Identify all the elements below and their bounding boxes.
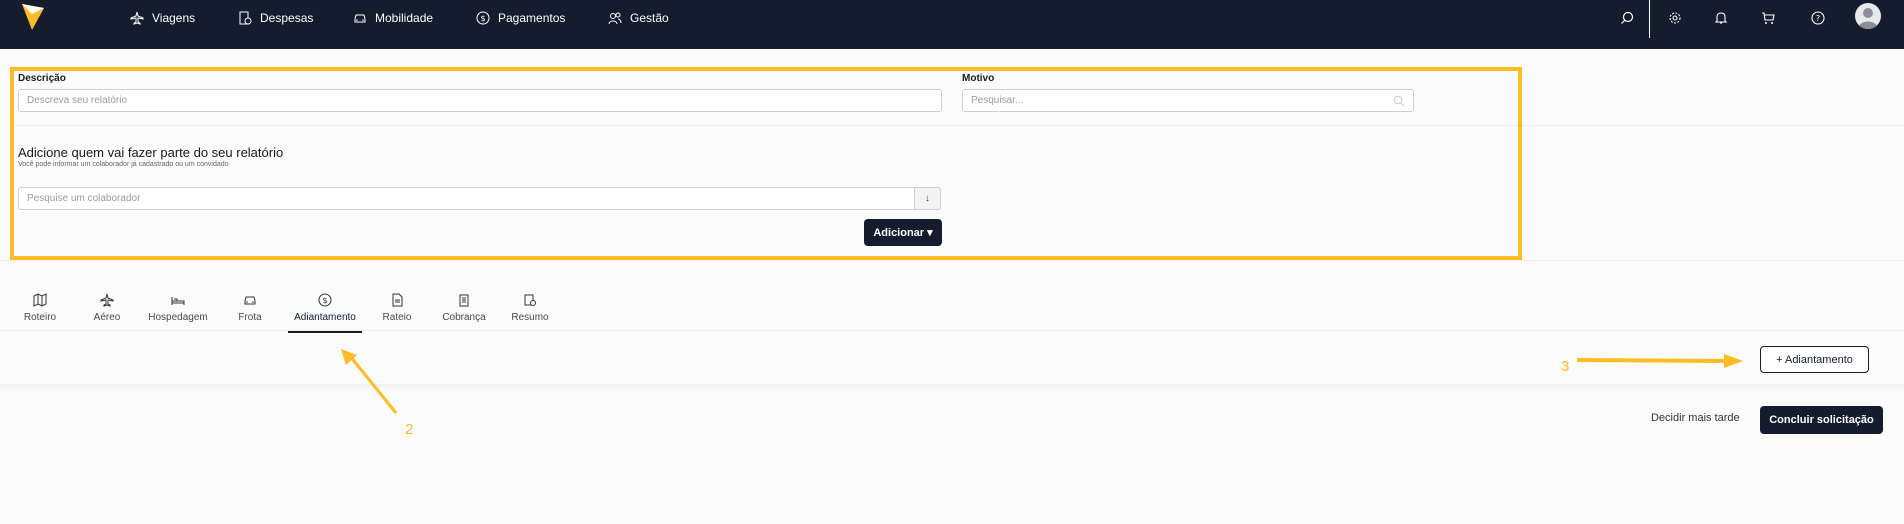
conclude-request-button[interactable]: Concluir solicitação [1760,406,1883,434]
arrow-2-line [348,355,398,414]
arrow-3-line [1576,358,1729,363]
conclude-label: Concluir solicitação [1769,414,1874,426]
decide-later-link[interactable]: Decidir mais tarde [1651,412,1740,424]
annotation-step-3: 3 [1561,358,1570,375]
annotation-arrows [341,349,1743,414]
arrow-3-head [1724,354,1743,368]
annotation-step-2: 2 [405,421,414,438]
